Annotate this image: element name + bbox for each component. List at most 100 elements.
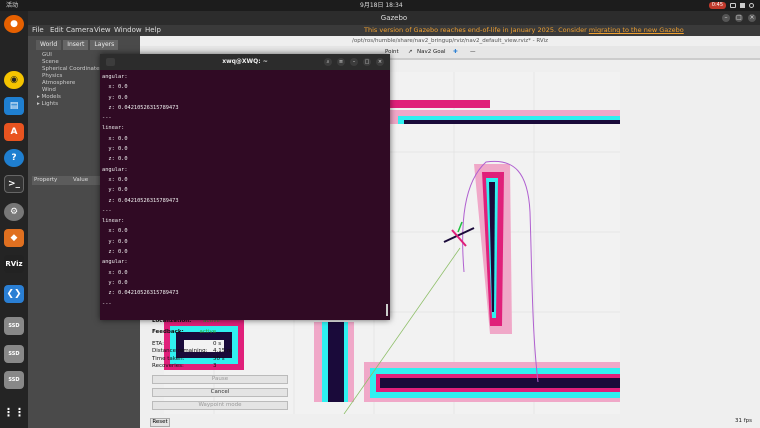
recoveries-label: Recoveries: xyxy=(152,363,184,369)
eta-value: 0 s xyxy=(213,341,222,347)
distance-value: 4.15 m xyxy=(213,348,233,354)
feedback-label: Feedback: xyxy=(152,329,184,335)
tree-item-scene[interactable]: Scene xyxy=(42,59,102,66)
tree-item-wind[interactable]: Wind xyxy=(42,87,102,94)
power-icon xyxy=(749,3,754,8)
maximize-icon[interactable]: □ xyxy=(363,58,371,66)
terminal-line: angular: xyxy=(102,259,128,266)
minimize-icon[interactable]: – xyxy=(350,58,358,66)
gazebo-title: Gazebo xyxy=(380,14,408,22)
fps-counter: 31 fps xyxy=(734,418,752,424)
new-tab-icon[interactable] xyxy=(106,58,115,66)
activities-button[interactable]: 活动 xyxy=(6,0,18,11)
apps-grid-icon[interactable]: ⋮⋮ xyxy=(3,403,25,421)
terminal-line: x: 0.0 xyxy=(102,84,128,91)
system-tray[interactable]: 0:45 xyxy=(708,2,754,9)
tab-layers[interactable]: Layers xyxy=(90,40,119,50)
volume-icon xyxy=(740,3,745,8)
menu-icon[interactable]: ≡ xyxy=(337,58,345,66)
reset-button[interactable]: Reset xyxy=(150,418,170,427)
terminal-titlebar[interactable]: xwq@XWQ: ~ ⌕ ≡ – □ × xyxy=(100,54,390,70)
cancel-button[interactable]: Cancel xyxy=(152,388,288,397)
terminal-window[interactable]: xwq@XWQ: ~ ⌕ ≡ – □ × angular: x: 0.0 y: … xyxy=(100,54,390,320)
terminal-line: linear: xyxy=(102,218,125,225)
time-value: 50 s xyxy=(213,356,225,362)
terminal-line: z: 0.0 xyxy=(102,156,128,163)
minimize-icon[interactable]: – xyxy=(722,14,730,22)
value-col: Value xyxy=(73,177,89,183)
help-icon[interactable]: ? xyxy=(4,149,24,167)
terminal-line: x: 0.0 xyxy=(102,176,128,183)
menu-camera[interactable]: Camera xyxy=(66,25,93,36)
appstore-icon[interactable]: A xyxy=(4,123,24,141)
menu-window[interactable]: Window xyxy=(114,25,142,36)
clock[interactable]: 9月18日 18:34 xyxy=(360,0,403,11)
vscode-icon[interactable]: ❮❯ xyxy=(4,285,24,303)
eta-label: ETA: xyxy=(152,341,164,347)
terminal-line: z: 0.04210526315789473 xyxy=(102,104,179,111)
music-icon[interactable]: ◉ xyxy=(4,71,24,89)
tree-item-atmosphere[interactable]: Atmosphere xyxy=(42,80,102,87)
feedback-value: active xyxy=(199,329,217,335)
tab-insert[interactable]: Insert xyxy=(63,40,89,50)
terminal-line: y: 0.0 xyxy=(102,187,128,194)
dock: ● ◉ ▤ A ? >_ ⚙ ◆ RViz ❮❯ SSD SSD SSD ⋮⋮ xyxy=(0,11,28,428)
tree-item-models[interactable]: ▸ Models xyxy=(37,94,102,101)
property-col: Property xyxy=(34,177,58,183)
terminal-line: z: 0.04210526315789473 xyxy=(102,197,179,204)
terminal-line: x: 0.0 xyxy=(102,228,128,235)
drive-icon[interactable]: SSD xyxy=(4,371,24,389)
feedback-row: Feedback: active xyxy=(152,329,216,336)
terminal-line: y: 0.0 xyxy=(102,238,128,245)
rviz-icon[interactable]: RViz xyxy=(4,255,24,273)
terminal-line: y: 0.0 xyxy=(102,146,128,153)
nav2-goal-tool[interactable]: Nav2 Goal xyxy=(417,46,446,58)
waypoint-mode-button[interactable]: Waypoint mode xyxy=(152,401,288,410)
recording-indicator[interactable]: 0:45 xyxy=(708,2,726,9)
maximize-icon[interactable]: □ xyxy=(735,14,743,22)
terminal-output[interactable]: angular: x: 0.0 y: 0.0 z: 0.042105263157… xyxy=(102,72,382,309)
tree-item-gui[interactable]: GUI xyxy=(42,52,102,59)
eol-text: This version of Gazebo reaches end-of-li… xyxy=(364,26,589,34)
close-icon[interactable]: × xyxy=(376,58,384,66)
drive-icon[interactable]: SSD xyxy=(4,345,24,363)
time-label: Time taken: xyxy=(152,356,185,362)
pause-button[interactable]: Pause xyxy=(152,375,288,384)
gazebo-titlebar[interactable]: Gazebo – □ × xyxy=(28,11,760,25)
eol-link[interactable]: migrating to the new Gazebo xyxy=(589,26,684,34)
add-tool-icon[interactable]: ✚ xyxy=(453,46,458,58)
tree-item-physics[interactable]: Physics xyxy=(42,73,102,80)
menu-edit[interactable]: Edit xyxy=(50,25,64,36)
terminal-title: xwq@XWQ: ~ xyxy=(222,58,268,65)
tab-world[interactable]: World xyxy=(36,40,62,50)
tree-item-spherical[interactable]: Spherical Coordinates xyxy=(42,66,102,73)
menu-file[interactable]: File xyxy=(32,25,44,36)
menu-view[interactable]: View xyxy=(94,25,111,36)
distance-label: Distance remaining: xyxy=(152,348,208,354)
eol-notice: This version of Gazebo reaches end-of-li… xyxy=(364,25,684,36)
tree-item-lights[interactable]: ▸ Lights xyxy=(37,101,102,108)
terminal-line: angular: xyxy=(102,74,128,80)
menu-help[interactable]: Help xyxy=(145,25,161,36)
terminal-line: x: 0.0 xyxy=(102,269,128,276)
gazebo-menubar: File Edit Camera View Window Help This v… xyxy=(28,25,760,36)
remove-tool-icon[interactable]: — xyxy=(470,46,476,58)
rviz-title: /opt/ros/humble/share/nav2_bringup/rviz/… xyxy=(352,38,548,44)
writer-icon[interactable]: ▤ xyxy=(4,97,24,115)
terminal-icon[interactable]: >_ xyxy=(4,175,24,193)
terminal-line: y: 0.0 xyxy=(102,94,128,101)
gazebo-icon[interactable]: ◆ xyxy=(4,229,24,247)
firefox-icon[interactable]: ● xyxy=(4,15,24,33)
terminal-line: --- xyxy=(102,300,112,307)
search-icon[interactable]: ⌕ xyxy=(324,58,332,66)
terminal-scrollbar[interactable] xyxy=(386,304,388,316)
terminal-line: z: 0.0 xyxy=(102,249,128,256)
tree-item-models-label: Models xyxy=(41,94,61,100)
terminal-line: --- xyxy=(102,115,112,122)
world-tree: GUI Scene Spherical Coordinates Physics … xyxy=(37,52,102,108)
settings-icon[interactable]: ⚙ xyxy=(4,203,24,221)
terminal-line: --- xyxy=(102,207,112,214)
close-icon[interactable]: × xyxy=(748,14,756,22)
network-icon xyxy=(730,3,736,8)
drive-icon[interactable]: SSD xyxy=(4,317,24,335)
